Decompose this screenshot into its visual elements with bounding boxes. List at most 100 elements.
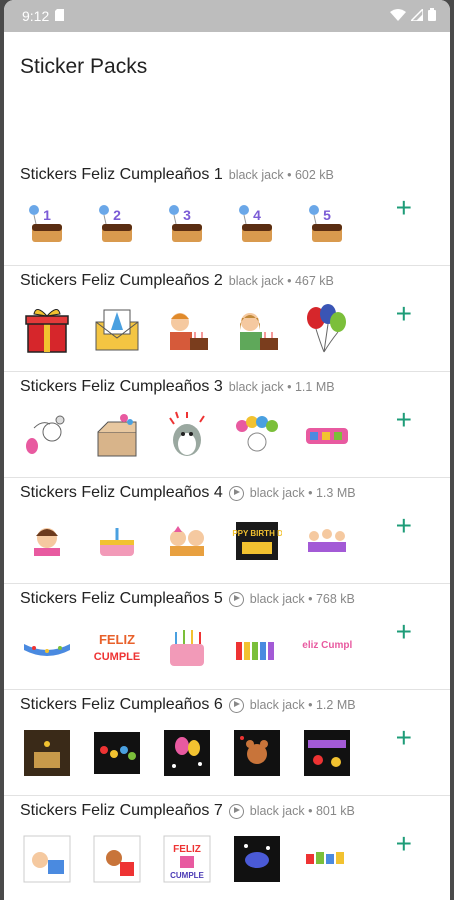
pack-header: Stickers Feliz Cumpleaños 5 black jack •…: [20, 590, 355, 608]
pack-name: Stickers Feliz Cumpleaños 1: [20, 166, 223, 183]
sticker-kids-party: [162, 516, 212, 566]
signal-icon: [409, 7, 424, 24]
sticker-previews: 1 2 3 4 5: [22, 198, 352, 248]
sticker-previews: [22, 410, 352, 460]
pack-name: Stickers Feliz Cumpleaños 2: [20, 272, 223, 289]
pack-author: black jack: [228, 274, 284, 288]
sticker-pack-item[interactable]: Stickers Feliz Cumpleaños 7 black jack •…: [4, 796, 450, 900]
sticker-colorful-banner: [22, 622, 72, 672]
sticker-pack-item[interactable]: Stickers Feliz Cumpleaños 1 black jack •…: [4, 160, 450, 266]
status-left: 9:12: [22, 8, 65, 24]
pack-size: 602 kB: [294, 168, 334, 182]
sticker-birthday-cake-5: 5: [302, 198, 352, 248]
sticker-dark-birthday: [232, 834, 282, 884]
svg-text:CUMPLE: CUMPLE: [94, 651, 140, 663]
pack-size: 1.1 MB: [294, 380, 335, 394]
sticker-previews: FELIZ CUMPLE Feliz Cumple: [22, 622, 352, 672]
svg-text:Feliz Cumple: Feliz Cumple: [302, 640, 352, 651]
svg-text:HAPPY BIRTH DAY: HAPPY BIRTH DAY: [232, 529, 282, 538]
pack-meta: black jack • 768 kB: [249, 592, 355, 606]
sticker-birthday-cake-3: 3: [162, 198, 212, 248]
pack-name: Stickers Feliz Cumpleaños 3: [20, 378, 223, 395]
sticker-pack-item[interactable]: Stickers Feliz Cumpleaños 3 black jack •…: [4, 372, 450, 478]
sticker-penguin-party: [162, 410, 212, 460]
svg-text:5: 5: [323, 207, 331, 223]
pack-header: Stickers Feliz Cumpleaños 4 black jack •…: [20, 484, 356, 502]
sticker-balloon-bunch: [232, 410, 282, 460]
pack-name: Stickers Feliz Cumpleaños 6: [20, 696, 223, 713]
pack-size: 467 kB: [294, 274, 334, 288]
add-pack-button[interactable]: +: [396, 512, 412, 540]
sticker-pack-item[interactable]: Stickers Feliz Cumpleaños 6 black jack •…: [4, 690, 450, 796]
pack-name: Stickers Feliz Cumpleaños 7: [20, 802, 223, 819]
pack-meta: black jack • 602 kB: [228, 168, 334, 182]
pack-header: Stickers Feliz Cumpleaños 3 black jack •…: [20, 378, 335, 396]
sticker-bunny-balloon: [22, 410, 72, 460]
sticker-pack-item[interactable]: Stickers Feliz Cumpleaños 4 black jack •…: [4, 478, 450, 584]
sticker-pack-item[interactable]: Stickers Feliz Cumpleaños 5 black jack •…: [4, 584, 450, 690]
sticker-balloons: [302, 304, 352, 354]
animated-play-icon: [228, 485, 244, 501]
sticker-girl-cartoon: [22, 516, 72, 566]
sticker-bear-gift: [92, 834, 142, 884]
pack-meta: black jack • 801 kB: [249, 804, 355, 818]
sticker-girl-with-cake: [232, 304, 282, 354]
sticker-pack-item[interactable]: Stickers Feliz Cumpleaños 2 black jack •…: [4, 266, 450, 372]
sticker-feliz-cumple-pink: Feliz Cumple: [302, 622, 352, 672]
animated-play-icon: [228, 803, 244, 819]
sticker-dark-fireworks: [302, 728, 352, 778]
pack-header: Stickers Feliz Cumpleaños 7 black jack •…: [20, 802, 355, 820]
pack-size: 1.2 MB: [315, 698, 356, 712]
svg-text:FELIZ: FELIZ: [99, 632, 135, 647]
sticker-dark-bear: [232, 728, 282, 778]
sd-card-icon: [55, 8, 65, 24]
sticker-previews: [22, 728, 352, 778]
pack-author: black jack: [249, 804, 305, 818]
add-pack-button[interactable]: +: [396, 300, 412, 328]
sticker-colorful-letters: [302, 834, 352, 884]
pack-size: 801 kB: [315, 804, 355, 818]
sticker-feliz-cumple-card: FELIZ CUMPLE: [162, 834, 212, 884]
sticker-dark-balloons: [162, 728, 212, 778]
svg-text:1: 1: [43, 207, 51, 223]
sticker-birthday-cake-4: 4: [232, 198, 282, 248]
pack-meta: black jack • 1.3 MB: [249, 486, 356, 500]
add-pack-button[interactable]: +: [396, 830, 412, 858]
pack-header: Stickers Feliz Cumpleaños 1 black jack •…: [20, 166, 334, 184]
sticker-boy-with-cake: [162, 304, 212, 354]
status-right: [390, 7, 436, 24]
sticker-dark-cake-card: [22, 728, 72, 778]
status-time: 9:12: [22, 8, 50, 24]
pack-author: black jack: [228, 380, 284, 394]
pack-size: 1.3 MB: [315, 486, 356, 500]
svg-text:4: 4: [253, 207, 261, 223]
add-pack-button[interactable]: +: [396, 618, 412, 646]
sticker-happy-birthday-text: [302, 410, 352, 460]
sticker-birthday-cake-2: 2: [92, 198, 142, 248]
sticker-previews: [22, 304, 352, 354]
sticker-candle-letters: [232, 622, 282, 672]
sticker-feliz-cumple-orange: FELIZ CUMPLE: [92, 622, 142, 672]
sticker-happy-birthday-day: HAPPY BIRTH DAY: [232, 516, 282, 566]
sticker-dark-colorful-text: [92, 728, 142, 778]
sticker-cake-pink: [92, 516, 142, 566]
battery-icon: [428, 8, 436, 24]
sticker-pack-list: Stickers Feliz Cumpleaños 1 black jack •…: [4, 160, 450, 900]
add-pack-button[interactable]: +: [396, 724, 412, 752]
phone-screen: 9:12 Sticker Packs Stickers Feliz Cumple…: [4, 0, 450, 900]
svg-text:FELIZ: FELIZ: [173, 844, 201, 855]
status-bar: 9:12: [4, 0, 450, 32]
sticker-previews: HAPPY BIRTH DAY: [22, 516, 352, 566]
svg-text:3: 3: [183, 207, 191, 223]
pack-header: Stickers Feliz Cumpleaños 2 black jack •…: [20, 272, 334, 290]
page-title: Sticker Packs: [20, 55, 148, 78]
pack-name: Stickers Feliz Cumpleaños 4: [20, 484, 223, 501]
pack-header: Stickers Feliz Cumpleaños 6 black jack •…: [20, 696, 356, 714]
sticker-previews: FELIZ CUMPLE: [22, 834, 352, 884]
pack-size: 768 kB: [315, 592, 355, 606]
add-pack-button[interactable]: +: [396, 406, 412, 434]
sticker-gift-box-open: [92, 410, 142, 460]
add-pack-button[interactable]: +: [396, 194, 412, 222]
app-bar: Sticker Packs: [4, 32, 450, 102]
sticker-dancing-figures: [302, 516, 352, 566]
